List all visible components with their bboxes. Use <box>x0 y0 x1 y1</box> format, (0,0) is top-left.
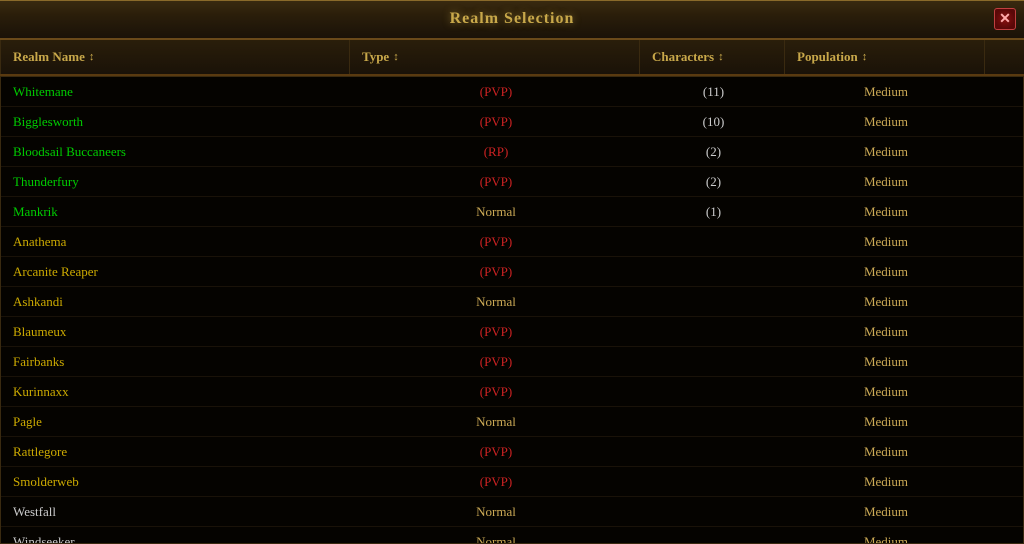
table-row[interactable]: Windseeker Normal Medium <box>1 527 1023 543</box>
table-row[interactable]: Anathema (PVP) Medium <box>1 227 1023 257</box>
realm-type: (RP) <box>351 144 641 160</box>
realm-characters: (11) <box>641 84 786 100</box>
table-row[interactable]: Bloodsail Buccaneers (RP) (2) Medium <box>1 137 1023 167</box>
sort-type-icon: ↕ <box>393 51 399 63</box>
realm-table: Whitemane (PVP) (11) Medium Bigglesworth… <box>0 76 1024 544</box>
realm-type: (PVP) <box>351 234 641 250</box>
realm-population: Medium <box>786 144 986 160</box>
realm-population: Medium <box>786 294 986 310</box>
sort-population-icon: ↕ <box>862 51 868 63</box>
realm-name: Blaumeux <box>1 324 351 340</box>
realm-name: Whitemane <box>1 84 351 100</box>
realm-population: Medium <box>786 534 986 544</box>
realm-name: Ashkandi <box>1 294 351 310</box>
realm-name: Arcanite Reaper <box>1 264 351 280</box>
header-realm-name[interactable]: Realm Name ↕ <box>0 40 350 74</box>
realm-name: Rattlegore <box>1 444 351 460</box>
realm-name: Thunderfury <box>1 174 351 190</box>
realm-type: (PVP) <box>351 474 641 490</box>
table-row[interactable]: Thunderfury (PVP) (2) Medium <box>1 167 1023 197</box>
header-type[interactable]: Type ↕ <box>350 40 640 74</box>
realm-type: (PVP) <box>351 444 641 460</box>
realm-type: Normal <box>351 504 641 520</box>
sort-characters-icon: ↕ <box>718 51 724 63</box>
realm-name: Bloodsail Buccaneers <box>1 144 351 160</box>
header-population[interactable]: Population ↕ <box>785 40 985 74</box>
realm-type: Normal <box>351 414 641 430</box>
realm-type: (PVP) <box>351 354 641 370</box>
realm-population: Medium <box>786 204 986 220</box>
realm-population: Medium <box>786 444 986 460</box>
table-row[interactable]: Kurinnaxx (PVP) Medium <box>1 377 1023 407</box>
close-button[interactable]: ✕ <box>994 8 1016 30</box>
realm-type: Normal <box>351 534 641 544</box>
table-row[interactable]: Bigglesworth (PVP) (10) Medium <box>1 107 1023 137</box>
realm-characters: (1) <box>641 204 786 220</box>
realm-population: Medium <box>786 114 986 130</box>
realm-type: (PVP) <box>351 324 641 340</box>
realm-name: Anathema <box>1 234 351 250</box>
realm-characters: (2) <box>641 174 786 190</box>
table-row[interactable]: Smolderweb (PVP) Medium <box>1 467 1023 497</box>
header-characters[interactable]: Characters ↕ <box>640 40 785 74</box>
realm-population: Medium <box>786 324 986 340</box>
realm-population: Medium <box>786 504 986 520</box>
realm-population: Medium <box>786 414 986 430</box>
table-scroll-area[interactable]: Whitemane (PVP) (11) Medium Bigglesworth… <box>1 77 1023 543</box>
realm-population: Medium <box>786 384 986 400</box>
table-row[interactable]: Westfall Normal Medium <box>1 497 1023 527</box>
realm-name: Fairbanks <box>1 354 351 370</box>
realm-name: Bigglesworth <box>1 114 351 130</box>
realm-type: (PVP) <box>351 84 641 100</box>
realm-name: Westfall <box>1 504 351 520</box>
table-row[interactable]: Mankrik Normal (1) Medium <box>1 197 1023 227</box>
realm-name: Windseeker <box>1 534 351 544</box>
realm-population: Medium <box>786 264 986 280</box>
table-row[interactable]: Whitemane (PVP) (11) Medium <box>1 77 1023 107</box>
table-row[interactable]: Rattlegore (PVP) Medium <box>1 437 1023 467</box>
realm-type: (PVP) <box>351 174 641 190</box>
realm-population: Medium <box>786 234 986 250</box>
realm-characters: (2) <box>641 144 786 160</box>
table-row[interactable]: Blaumeux (PVP) Medium <box>1 317 1023 347</box>
realm-type: (PVP) <box>351 114 641 130</box>
realm-population: Medium <box>786 174 986 190</box>
realm-type: Normal <box>351 204 641 220</box>
table-row[interactable]: Arcanite Reaper (PVP) Medium <box>1 257 1023 287</box>
table-row[interactable]: Fairbanks (PVP) Medium <box>1 347 1023 377</box>
realm-name: Pagle <box>1 414 351 430</box>
realm-characters: (10) <box>641 114 786 130</box>
sort-realm-name-icon: ↕ <box>89 51 95 63</box>
realm-type: (PVP) <box>351 384 641 400</box>
table-row[interactable]: Pagle Normal Medium <box>1 407 1023 437</box>
table-header: Realm Name ↕ Type ↕ Characters ↕ Populat… <box>0 40 1024 76</box>
realm-name: Kurinnaxx <box>1 384 351 400</box>
realm-type: (PVP) <box>351 264 641 280</box>
table-row[interactable]: Ashkandi Normal Medium <box>1 287 1023 317</box>
window-title: Realm Selection <box>450 10 575 28</box>
realm-population: Medium <box>786 354 986 370</box>
realm-population: Medium <box>786 84 986 100</box>
title-bar: Realm Selection ✕ <box>0 0 1024 40</box>
realm-name: Mankrik <box>1 204 351 220</box>
realm-population: Medium <box>786 474 986 490</box>
realm-name: Smolderweb <box>1 474 351 490</box>
realm-type: Normal <box>351 294 641 310</box>
